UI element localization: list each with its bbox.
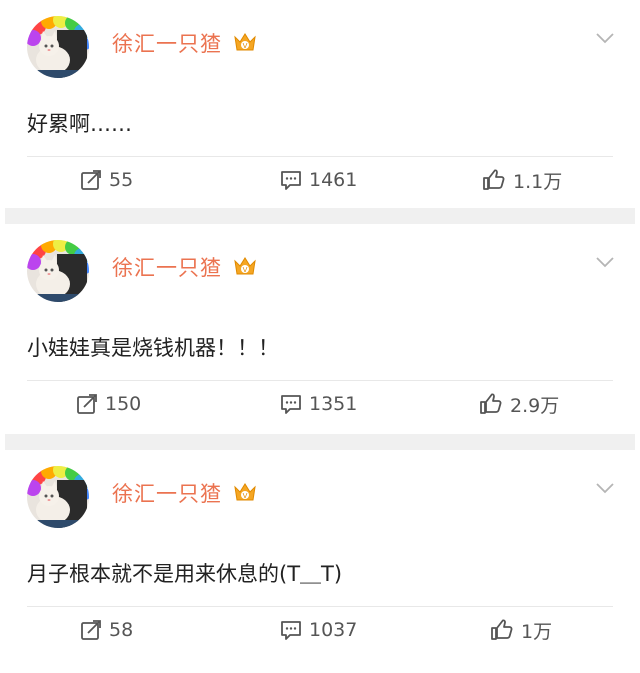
like-button[interactable]: 1.1万 <box>482 167 562 193</box>
repost-icon <box>81 620 101 640</box>
repost-count: 55 <box>109 169 134 191</box>
post-text: 小娃娃真是烧钱机器！！！ <box>27 336 279 360</box>
username[interactable]: 徐汇一只猹 <box>112 28 222 58</box>
comment-button[interactable]: 1351 <box>280 391 357 417</box>
chevron-down-icon[interactable] <box>595 480 615 494</box>
comment-icon <box>281 621 301 640</box>
action-bar: 150 1351 2.9万 <box>0 381 640 429</box>
comment-icon <box>281 395 301 414</box>
repost-count: 150 <box>105 393 142 415</box>
comment-icon <box>281 171 301 190</box>
like-count: 1.1万 <box>513 170 563 193</box>
repost-button[interactable]: 150 <box>76 391 141 417</box>
crown-v-badge-icon: V <box>233 255 257 277</box>
svg-text:V: V <box>243 266 248 274</box>
username[interactable]: 徐汇一只猹 <box>112 478 222 508</box>
crown-v-badge-icon: V <box>233 481 257 503</box>
repost-icon <box>77 394 97 414</box>
comment-button[interactable]: 1461 <box>280 167 357 193</box>
post-card: 徐汇一只猹 V 好累啊…… 55 1461 1.1万 <box>0 0 640 208</box>
comment-button[interactable]: 1037 <box>280 617 357 643</box>
comment-count: 1037 <box>309 619 358 641</box>
comment-count: 1351 <box>309 393 358 415</box>
like-button[interactable]: 2.9万 <box>479 391 559 417</box>
avatar[interactable] <box>27 240 89 302</box>
thumbs-up-icon <box>491 619 513 640</box>
like-count: 2.9万 <box>510 394 560 417</box>
crown-v-badge-icon: V <box>233 31 257 53</box>
comment-count: 1461 <box>309 169 358 191</box>
like-button[interactable]: 1万 <box>490 617 552 643</box>
post-card: 徐汇一只猹 V 小娃娃真是烧钱机器！！！ 150 1351 2.9万 <box>0 224 640 434</box>
username[interactable]: 徐汇一只猹 <box>112 252 222 282</box>
weibo-feed: 徐汇一只猹 V 好累啊…… 55 1461 1.1万 徐汇一只猹 V 小娃娃真是… <box>0 0 640 673</box>
chevron-down-icon[interactable] <box>595 30 615 44</box>
svg-text:V: V <box>243 492 248 500</box>
chevron-down-icon[interactable] <box>595 254 615 268</box>
repost-count: 58 <box>109 619 134 641</box>
repost-button[interactable]: 55 <box>80 167 133 193</box>
post-card: 徐汇一只猹 V 月子根本就不是用来休息的(T＿T) 58 1037 1万 <box>0 450 640 673</box>
post-separator <box>5 434 635 450</box>
thumbs-up-icon <box>483 169 505 190</box>
post-text: 好累啊…… <box>27 112 132 136</box>
like-count: 1万 <box>521 620 553 643</box>
avatar[interactable] <box>27 16 89 78</box>
action-bar: 55 1461 1.1万 <box>0 157 640 205</box>
post-text: 月子根本就不是用来休息的(T＿T) <box>27 562 343 586</box>
avatar[interactable] <box>27 466 89 528</box>
action-bar: 58 1037 1万 <box>0 607 640 655</box>
post-separator <box>5 208 635 224</box>
repost-icon <box>81 170 101 190</box>
thumbs-up-icon <box>480 393 502 414</box>
svg-text:V: V <box>243 42 248 50</box>
repost-button[interactable]: 58 <box>80 617 133 643</box>
